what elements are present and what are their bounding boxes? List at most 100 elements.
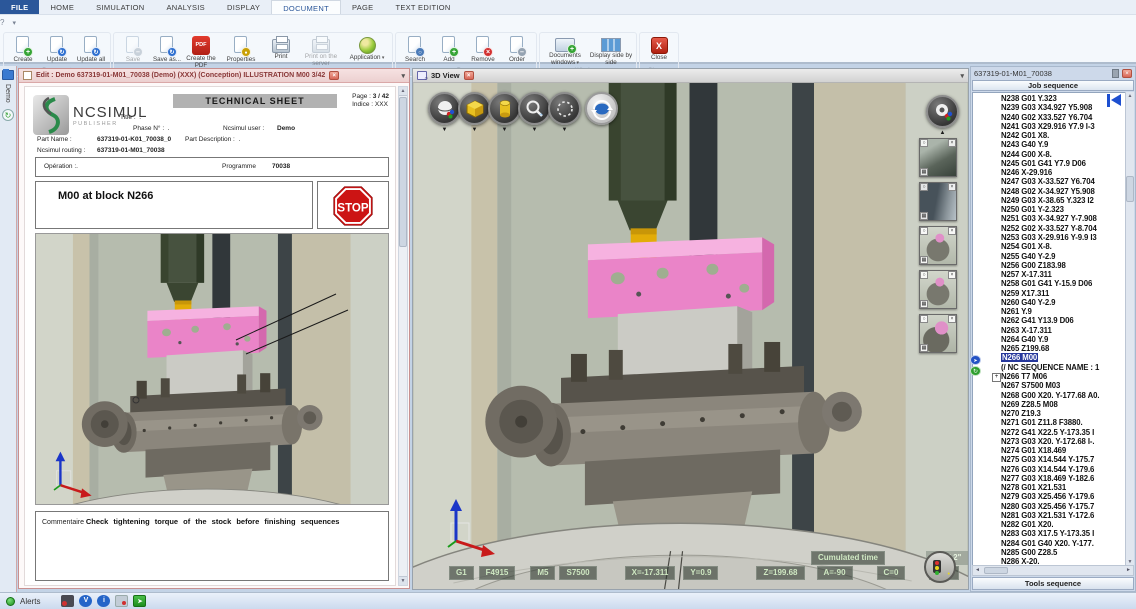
thumb-zoom-icon[interactable] xyxy=(920,227,928,235)
nc-block-row[interactable]: N247 G03 X-33.527 Y6.704 xyxy=(973,177,1126,186)
create-button[interactable]: Create xyxy=(6,33,40,64)
nc-block-row[interactable]: N275 G03 X14.544 Y-175.7 xyxy=(973,455,1126,464)
close-button[interactable]: Close xyxy=(642,33,676,62)
nc-block-row[interactable]: N238 G01 Y.323 xyxy=(973,94,1126,103)
nc-block-row[interactable]: N270 Z19.3 xyxy=(973,409,1126,418)
view-orientation-caret-icon[interactable] xyxy=(428,127,461,133)
ribbon-tab[interactable]: TEXT EDITION xyxy=(384,0,461,14)
window-menu-caret-icon[interactable] xyxy=(401,72,405,80)
scroll-down-icon[interactable]: ▼ xyxy=(399,576,407,585)
thumb-grid-icon[interactable] xyxy=(920,256,928,264)
nc-block-row[interactable]: N282 G01 X20. xyxy=(973,520,1126,529)
printer-status-icon[interactable] xyxy=(61,595,74,607)
nc-block-row[interactable]: N252 G02 X-33.527 Y-8.704 xyxy=(973,224,1126,233)
nc-block-row[interactable]: N243 G40 Y.9 xyxy=(973,140,1126,149)
nc-block-row[interactable]: N279 G03 X25.456 Y-179.6 xyxy=(973,492,1126,501)
selection-button[interactable] xyxy=(548,92,581,125)
thumb-grid-icon[interactable] xyxy=(920,300,928,308)
sync-icon[interactable] xyxy=(2,109,14,121)
settings-axes-caret-icon[interactable] xyxy=(926,130,959,136)
nc-block-row[interactable]: N242 G01 X8. xyxy=(973,131,1126,140)
3d-viewport[interactable]: + G1F4915M5S7500X=-17.311Y=0.9Z=199.68A=… xyxy=(413,83,968,589)
viewport-control-button[interactable] xyxy=(924,551,956,583)
nc-block-row[interactable]: N261 Y.9 xyxy=(973,307,1126,316)
application-button[interactable]: Application xyxy=(344,33,390,62)
nc-block-row[interactable]: N249 G03 X-38.65 Y.323 I2 xyxy=(973,196,1126,205)
scroll-thumb[interactable] xyxy=(1126,176,1134,202)
device-status-icon[interactable] xyxy=(115,595,128,607)
zoom-caret-icon[interactable] xyxy=(518,127,551,133)
thumb-zoom-icon[interactable] xyxy=(920,315,928,323)
nc-block-row[interactable]: N254 G01 X-8. xyxy=(973,242,1126,251)
close-sidebar-icon[interactable] xyxy=(1122,69,1132,78)
list-horizontal-scrollbar[interactable] xyxy=(972,565,1134,576)
stock-view-button[interactable] xyxy=(488,92,521,125)
thumb-grid-icon[interactable] xyxy=(920,212,928,220)
ribbon-tab[interactable]: FILE xyxy=(0,0,39,14)
thumb-zoom-icon[interactable] xyxy=(920,139,928,147)
nc-block-list[interactable]: N238 G01 Y.323N239 G03 X34.927 Y5.908N24… xyxy=(972,92,1127,566)
search-button[interactable]: Search xyxy=(398,33,432,64)
close-document-icon[interactable] xyxy=(329,71,339,80)
ribbon-tab[interactable]: ANALYSIS xyxy=(155,0,216,14)
pin-icon[interactable] xyxy=(1112,69,1119,78)
nc-block-row[interactable]: N271 G01 Z11.8 F3880. xyxy=(973,418,1126,427)
nc-block-row[interactable]: N268 G00 X20. Y-177.68 A0. xyxy=(973,391,1126,400)
thumb-close-icon[interactable] xyxy=(948,271,956,279)
nc-block-row[interactable]: N278 G01 X21.531 xyxy=(973,483,1126,492)
nc-block-row[interactable]: N280 G03 X25.456 Y-175.7 xyxy=(973,502,1126,511)
nc-block-row[interactable]: N241 G03 X29.916 Y7.9 I-3 xyxy=(973,122,1126,131)
ribbon-tab[interactable]: DISPLAY xyxy=(216,0,271,14)
verification-icon[interactable] xyxy=(79,595,92,607)
thumb-close-icon[interactable] xyxy=(948,139,956,147)
nc-block-row[interactable]: N250 G01 Y-2.323 xyxy=(973,205,1126,214)
nc-block-row[interactable]: N274 G01 X18.469 xyxy=(973,446,1126,455)
nc-block-row[interactable]: N244 G00 X-8. xyxy=(973,150,1126,159)
documents-windows-button[interactable]: Documents windows xyxy=(542,33,588,67)
thumb-grid-icon[interactable] xyxy=(920,168,928,176)
scroll-up-icon[interactable] xyxy=(1126,92,1134,100)
add-button[interactable]: Add xyxy=(432,33,466,64)
nc-block-row[interactable]: N255 G40 Y-2.9 xyxy=(973,252,1126,261)
side-by-side-button[interactable]: Display side by side xyxy=(588,33,634,67)
sidebar-titlebar[interactable]: 637319-01-M01_70038 xyxy=(971,67,1135,80)
nc-block-row[interactable]: N276 G03 X14.544 Y-179.6 xyxy=(973,465,1126,474)
view-orientation-button[interactable] xyxy=(428,92,461,125)
scroll-right-icon[interactable] xyxy=(1124,566,1133,575)
nc-block-row[interactable]: N273 G03 X20. Y-172.68 I-. xyxy=(973,437,1126,446)
document-window-titlebar[interactable]: Edit : Demo 637319-01-M01_70038 (Demo) (… xyxy=(19,69,409,83)
remove-button[interactable]: Remove xyxy=(466,33,500,64)
nc-block-row[interactable]: N262 G41 Y13.9 D06 xyxy=(973,316,1126,325)
info-icon[interactable] xyxy=(97,595,110,607)
nc-block-row[interactable]: N259 X17.311 xyxy=(973,289,1126,298)
nc-block-row[interactable]: N245 G01 G41 Y7.9 D06 xyxy=(973,159,1126,168)
scroll-thumb[interactable] xyxy=(399,97,407,247)
nc-block-row[interactable]: N246 X-29.916 xyxy=(973,168,1126,177)
nc-block-row[interactable]: N256 G00 Z183.98 xyxy=(973,261,1126,270)
nc-block-row[interactable]: N266 T7 M06 xyxy=(973,372,1126,381)
update-all-button[interactable]: Update all xyxy=(74,33,108,64)
list-vertical-scrollbar[interactable] xyxy=(1125,92,1134,566)
nc-block-row[interactable]: N264 G40 Y.9 xyxy=(973,335,1126,344)
nc-block-row[interactable]: N239 G03 X34.927 Y5.908 xyxy=(973,103,1126,112)
save-button[interactable]: Save xyxy=(116,33,150,64)
create-pdf-button[interactable]: Create the PDF xyxy=(184,33,218,70)
nc-block-row[interactable]: N260 G40 Y-2.9 xyxy=(973,298,1126,307)
thumb-zoom-icon[interactable] xyxy=(920,271,928,279)
help-icon[interactable]: ? xyxy=(0,15,4,31)
sync-status-icon[interactable] xyxy=(133,595,146,607)
display-mode-button[interactable] xyxy=(458,92,491,125)
nc-block-row[interactable]: N240 G02 X33.527 Y6.704 xyxy=(973,113,1126,122)
ribbon-tab[interactable]: SIMULATION xyxy=(85,0,155,14)
thumb-zoom-icon[interactable] xyxy=(920,183,928,191)
nc-block-row[interactable]: N269 Z28.5 M08 xyxy=(973,400,1126,409)
nc-block-row[interactable]: N277 G03 X18.469 Y-182.6 xyxy=(973,474,1126,483)
view-thumbnail[interactable] xyxy=(919,226,957,265)
zoom-button[interactable]: + xyxy=(518,92,551,125)
close-viewer-icon[interactable] xyxy=(464,71,474,80)
nc-block-row[interactable]: N285 G00 Z28.5 xyxy=(973,548,1126,557)
view-thumbnail[interactable] xyxy=(919,270,957,309)
nc-block-row[interactable]: N272 G41 X22.5 Y-173.35 I xyxy=(973,428,1126,437)
nc-block-row[interactable]: (/ NC SEQUENCE NAME : 1 xyxy=(973,363,1126,372)
order-button[interactable]: Order xyxy=(500,33,534,64)
